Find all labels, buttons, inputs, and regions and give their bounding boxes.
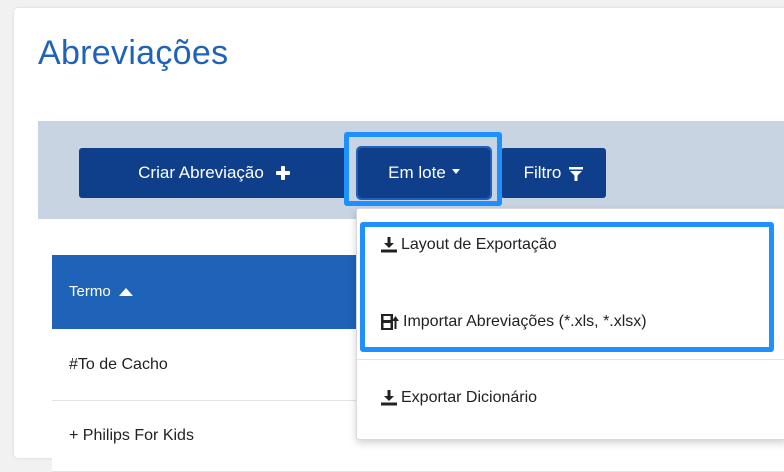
caret-down-icon: [451, 168, 460, 174]
menu-item-label: Layout de Exportação: [401, 236, 557, 253]
download-icon: [381, 237, 397, 253]
create-abbreviation-button[interactable]: Criar Abreviação: [79, 148, 349, 198]
batch-dropdown-menu: Layout de Exportação Importar Abreviaçõe…: [356, 208, 784, 440]
menu-divider: [357, 359, 784, 360]
create-abbreviation-label: Criar Abreviação: [138, 163, 264, 182]
menu-item-export-dictionary[interactable]: Exportar Dicionário: [381, 389, 537, 407]
toolbar: Criar Abreviação Em lote Filtro: [38, 121, 784, 219]
filter-button[interactable]: Filtro: [501, 148, 606, 198]
sort-ascending-icon: [118, 287, 133, 296]
filter-icon: [569, 166, 584, 181]
table-cell-term: + Philips For Kids: [69, 427, 194, 444]
page-title: Abreviações: [38, 34, 229, 72]
menu-item-label: Importar Abreviações (*.xls, *.xlsx): [403, 313, 647, 330]
menu-item-label: Exportar Dicionário: [401, 389, 538, 406]
column-header-term-label: Termo: [69, 283, 111, 300]
filter-label: Filtro: [523, 163, 562, 182]
plus-icon: [275, 166, 290, 180]
menu-item-export-layout[interactable]: Layout de Exportação: [381, 236, 557, 254]
column-header-term[interactable]: Termo: [69, 283, 133, 300]
download-icon: [381, 390, 397, 406]
import-file-icon: [381, 314, 399, 330]
table-cell-term: #To de Cacho: [69, 356, 168, 373]
batch-dropdown-button[interactable]: Em lote: [356, 146, 492, 200]
batch-label: Em lote: [388, 163, 446, 182]
menu-item-import-abbreviations[interactable]: Importar Abreviações (*.xls, *.xlsx): [381, 313, 647, 331]
